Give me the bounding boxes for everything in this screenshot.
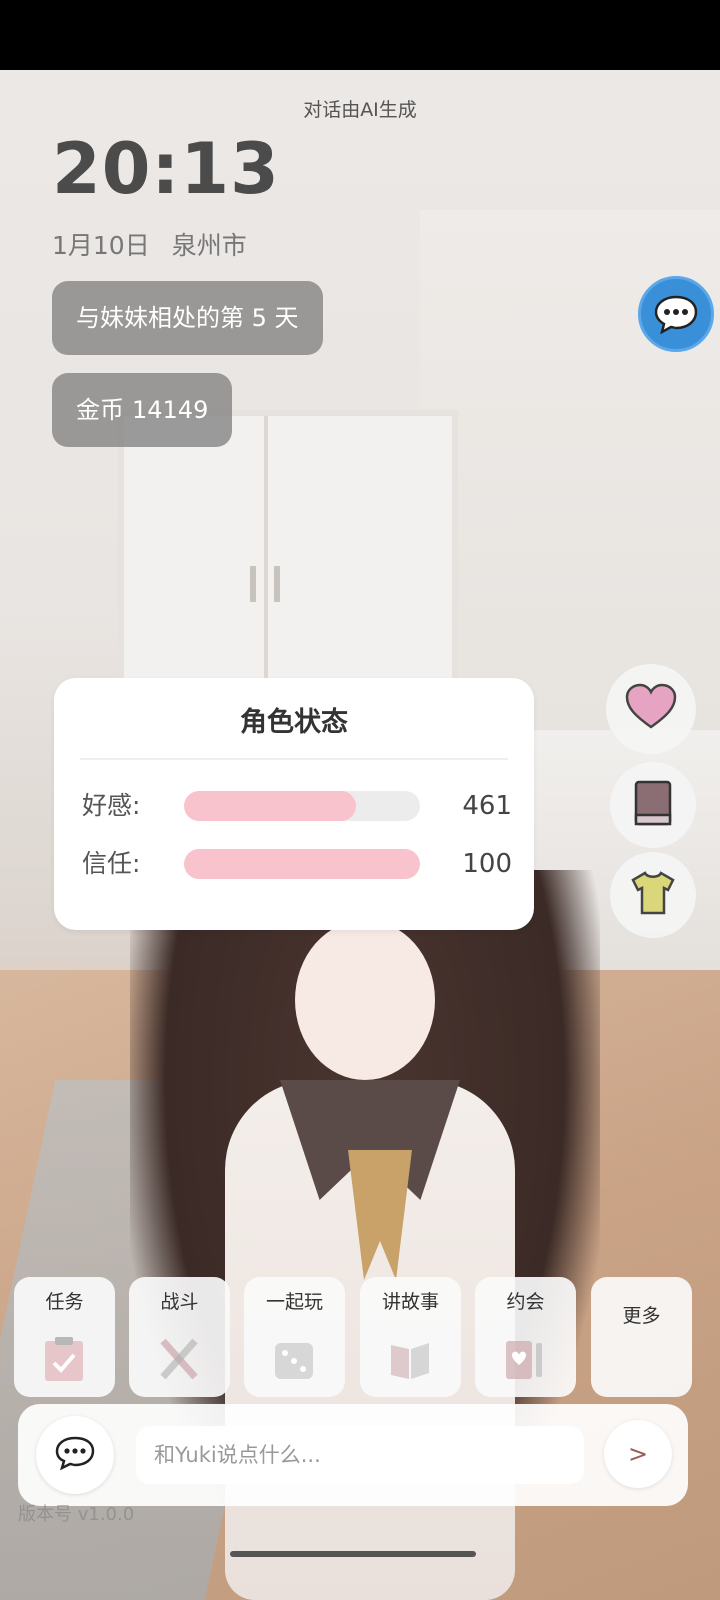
wardrobe-button[interactable] (610, 852, 696, 938)
coins-label: 金币 (76, 396, 124, 424)
stat-value: 461 (462, 791, 512, 821)
action-play-button[interactable]: 一起玩 (244, 1277, 345, 1397)
chat-bubble-icon[interactable] (638, 276, 714, 352)
open-book-icon (388, 1335, 432, 1383)
ai-generated-label: 对话由AI生成 (303, 99, 417, 121)
action-quest-button[interactable]: 任务 (14, 1277, 115, 1397)
action-more-button[interactable]: 更多 (591, 1277, 692, 1397)
clipboard-icon (42, 1335, 86, 1383)
action-date-button[interactable]: 约会 (475, 1277, 576, 1397)
status-divider (80, 758, 508, 760)
city-text: 泉州市 (171, 231, 247, 260)
shirt-icon (629, 870, 677, 920)
trust-bar-fill (184, 849, 420, 879)
clock-time: 20:13 (52, 128, 280, 210)
stat-trust: 信任: 100 (82, 844, 512, 884)
dice-icon (272, 1335, 316, 1383)
chat-bubble-icon (54, 1435, 96, 1475)
send-button[interactable]: > (604, 1420, 672, 1488)
version-label: 版本号 v1.0.0 (18, 1504, 135, 1525)
action-label: 一起玩 (265, 1291, 323, 1313)
action-label: 讲故事 (381, 1291, 439, 1313)
coins-badge: 金币 14149 (52, 373, 233, 447)
stat-value: 100 (462, 849, 512, 879)
stat-label: 信任: (82, 849, 141, 878)
date-text: 1月10日 (52, 231, 150, 260)
diary-button[interactable] (610, 762, 696, 848)
chat-input-bar: > (18, 1404, 688, 1506)
action-battle-button[interactable]: 战斗 (129, 1277, 230, 1397)
heart-icon (624, 683, 678, 735)
affection-bar (184, 791, 420, 821)
days-together-badge: 与妹妹相处的第 5 天 (52, 281, 323, 355)
affection-button[interactable] (606, 664, 696, 754)
action-bar: 任务 战斗 一起玩 讲故事 约会 更多 (14, 1277, 694, 1397)
message-input[interactable] (136, 1426, 584, 1484)
affection-bar-fill (184, 791, 357, 821)
action-label: 更多 (622, 1305, 661, 1327)
home-indicator[interactable] (230, 1551, 476, 1557)
status-bar (0, 0, 720, 70)
character-status-card: 角色状态 好感: 461 信任: 100 (54, 678, 534, 930)
status-card-title: 角色状态 (240, 707, 348, 738)
chat-mode-button[interactable] (36, 1416, 114, 1494)
action-label: 战斗 (160, 1291, 199, 1313)
book-icon (633, 779, 673, 831)
date-location: 1月10日 泉州市 (52, 226, 247, 262)
action-label: 任务 (45, 1291, 84, 1313)
crossed-swords-icon (157, 1335, 201, 1383)
coins-value: 14149 (132, 396, 209, 424)
action-label: 约会 (506, 1291, 545, 1313)
action-story-button[interactable]: 讲故事 (360, 1277, 461, 1397)
trust-bar (184, 849, 420, 879)
stat-affection: 好感: 461 (82, 786, 512, 826)
stat-label: 好感: (82, 791, 141, 820)
date-card-icon (503, 1335, 547, 1383)
